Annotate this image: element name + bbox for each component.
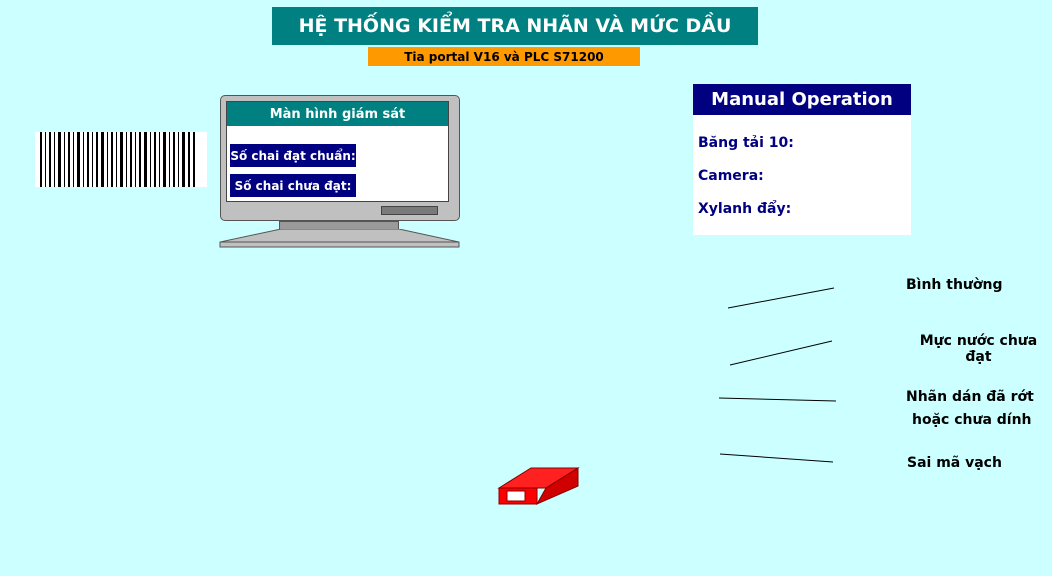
- legend-label-not-stuck: hoặc chưa dính: [912, 412, 1032, 428]
- red-sensor-block-icon: [497, 467, 580, 506]
- legend-wrong-barcode: Sai mã vạch: [907, 455, 1002, 471]
- good-bottles-label: Số chai đạt chuẩn:: [230, 144, 356, 167]
- legend-label-fallen: Nhãn dán đã rớt: [906, 389, 1034, 405]
- conveyor-label: Băng tải 10:: [698, 135, 794, 151]
- cylinder-label: Xylanh đẩy:: [698, 201, 792, 217]
- legend-lines: [718, 287, 837, 463]
- monitor-title: Màn hình giám sát: [227, 102, 448, 126]
- legend-normal: Bình thường: [906, 277, 1003, 293]
- manual-operation-header: Manual Operation: [693, 84, 911, 115]
- monitor-base: [219, 228, 460, 248]
- monitor-button: [381, 206, 438, 215]
- camera-label: Camera:: [698, 168, 764, 184]
- legend-low-level: Mực nước chưa đạt: [919, 333, 1038, 365]
- bad-bottles-label: Số chai chưa đạt:: [230, 174, 356, 197]
- barcode-icon: [35, 132, 207, 187]
- page-title: HỆ THỐNG KIỂM TRA NHÃN VÀ MỨC DẦU: [272, 7, 758, 45]
- page-subtitle: Tia portal V16 và PLC S71200: [368, 47, 640, 66]
